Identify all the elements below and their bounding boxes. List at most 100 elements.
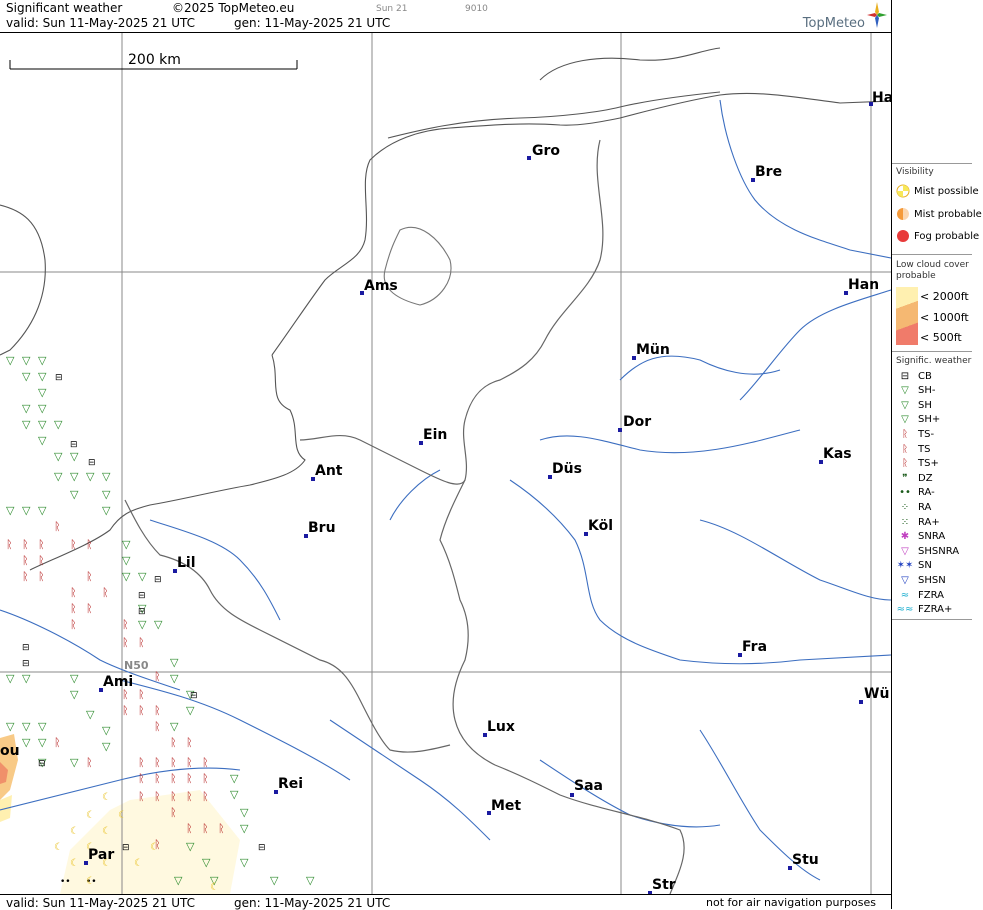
shower-heavy-icon: ▽ [901, 414, 909, 426]
city-label[interactable]: Bru [308, 520, 336, 536]
svg-text:▽: ▽ [22, 354, 31, 367]
svg-text:☾: ☾ [54, 842, 63, 853]
svg-text:ᚱ: ᚱ [22, 554, 29, 567]
svg-text:ᚱ: ᚱ [86, 570, 93, 583]
svg-text:▽: ▽ [174, 874, 183, 887]
compass-icon [867, 2, 887, 28]
legend-label: DZ [918, 472, 933, 484]
svg-text:▽: ▽ [230, 772, 239, 785]
latitude-label: N50 [124, 659, 149, 672]
city-label[interactable]: Str [652, 877, 676, 893]
legend-sigwx-item: ▽ SH- [896, 384, 935, 398]
legend-sigwx-item: ⁙ RA+ [896, 515, 940, 529]
day-code: Sun 21 [376, 4, 408, 14]
svg-text:☾: ☾ [134, 858, 143, 869]
legend-label: < 2000ft [920, 289, 969, 303]
copyright: ©2025 TopMeteo.eu [172, 1, 295, 15]
svg-text:▽: ▽ [240, 822, 249, 835]
city-label[interactable]: Lil [177, 555, 196, 571]
city-label[interactable]: Gro [532, 143, 560, 159]
legend-label: Mist possible [914, 185, 979, 197]
svg-text:▽: ▽ [70, 688, 79, 701]
map-footer: valid: Sun 11-May-2025 21 UTC gen: 11-Ma… [0, 894, 891, 910]
city-label[interactable]: Ami [103, 674, 133, 690]
svg-text:▽: ▽ [70, 470, 79, 483]
city-label[interactable]: Dor [623, 414, 651, 430]
svg-text:▽: ▽ [38, 720, 47, 733]
svg-text:ᚱ: ᚱ [186, 772, 193, 785]
city-label[interactable]: Ams [364, 278, 398, 294]
svg-text:▽: ▽ [70, 488, 79, 501]
city-label[interactable]: Par [88, 847, 114, 863]
svg-text:▽: ▽ [38, 386, 47, 399]
svg-text:ᚱ: ᚱ [70, 602, 77, 615]
svg-text:ᚱ: ᚱ [86, 602, 93, 615]
shower-icon: ▽ [901, 399, 909, 411]
svg-text:ᚱ: ᚱ [138, 756, 145, 769]
thunder-heavy-icon: ᚱ [902, 458, 908, 470]
city-label[interactable]: Mün [636, 342, 670, 358]
svg-text:▽: ▽ [54, 418, 63, 431]
legend-sigwx-item: ▽ SH [896, 398, 932, 412]
svg-text:☾: ☾ [102, 792, 111, 803]
coastlines [0, 47, 891, 571]
svg-text:▽: ▽ [102, 740, 111, 753]
city-label[interactable]: Wü [864, 686, 889, 702]
svg-text:▽: ▽ [70, 672, 79, 685]
city-label[interactable]: Ant [315, 463, 343, 479]
svg-text:ᚱ: ᚱ [86, 538, 93, 551]
svg-text:☾: ☾ [102, 826, 111, 837]
svg-text:▽: ▽ [186, 840, 195, 853]
city-label[interactable]: Saa [574, 778, 603, 794]
city-label[interactable]: Köl [588, 518, 613, 534]
valid-time: valid: Sun 11-May-2025 21 UTC [6, 16, 195, 30]
svg-text:⊟: ⊟ [70, 440, 78, 450]
legend-label: < 1000ft [920, 310, 969, 324]
svg-text:▽: ▽ [170, 656, 179, 669]
svg-text:ᚱ: ᚱ [70, 586, 77, 599]
disclaimer: not for air navigation purposes [706, 896, 876, 909]
city-label[interactable]: Han [848, 277, 879, 293]
svg-text:⊟: ⊟ [55, 373, 63, 383]
legend-sigwx-item: ≈≈ FZRA+ [896, 603, 953, 617]
svg-text:ᚱ: ᚱ [70, 618, 77, 631]
legend-mist-probable: Mist probable [896, 207, 982, 221]
city-label[interactable]: Ein [423, 427, 447, 443]
svg-text:▽: ▽ [38, 434, 47, 447]
legend-sigwx-item: ✱ SNRA [896, 530, 945, 544]
lat-lon-grid [0, 33, 891, 894]
city-label[interactable]: Ha [872, 90, 891, 106]
svg-text:ᚱ: ᚱ [122, 636, 129, 649]
city-label[interactable]: Lux [487, 719, 515, 735]
svg-text:ᚱ: ᚱ [122, 704, 129, 717]
legend-sigwx-item: ᚱ TS [896, 442, 930, 456]
city-label[interactable]: Rei [278, 776, 303, 792]
svg-text:ᚱ: ᚱ [154, 704, 161, 717]
city-label[interactable]: Kas [823, 446, 852, 462]
legend-label: RA- [918, 487, 935, 499]
svg-text:ᚱ: ᚱ [170, 790, 177, 803]
legend-label: RA+ [918, 516, 940, 528]
legend-sigwx-item: ᚱ TS+ [896, 457, 939, 471]
svg-text:▽: ▽ [6, 720, 15, 733]
city-label[interactable]: Met [491, 798, 521, 814]
svg-text:▽: ▽ [70, 756, 79, 769]
svg-text:▽: ▽ [6, 672, 15, 685]
city-label[interactable]: Bre [755, 164, 782, 180]
legend-lowcloud-1000: < 1000ft [920, 310, 969, 324]
city-label[interactable]: Stu [792, 852, 819, 868]
svg-text:▽: ▽ [102, 724, 111, 737]
visibility-title: Visibility [896, 167, 934, 177]
svg-text:ᚱ: ᚱ [138, 772, 145, 785]
city-label[interactable]: ou [0, 743, 20, 759]
svg-text:▽: ▽ [38, 418, 47, 431]
rain-icon: ⁘ [900, 501, 910, 513]
city-label[interactable]: Düs [552, 461, 582, 477]
weather-map[interactable]: ▽ ▽ ▽ ▽ ▽ ▽ ▽ ▽ ▽ ▽ ▽ ▽ ▽ ▽ ▽ ▽ ▽ ▽ ▽ ▽ ▽ ▽ ▽ ▽ ▽ ▽ ▽ ▽ ▽ ▽ ▽ ▽… [0, 33, 891, 894]
legend-label: SH [918, 399, 932, 411]
footer-generated-time: gen: 11-May-2025 21 UTC [234, 896, 391, 910]
legend-sigwx-item: ▽ SHSN [896, 573, 946, 587]
city-label[interactable]: Fra [742, 639, 767, 655]
svg-text:▽: ▽ [186, 704, 195, 717]
cb-icon: ⊟ [900, 370, 910, 382]
